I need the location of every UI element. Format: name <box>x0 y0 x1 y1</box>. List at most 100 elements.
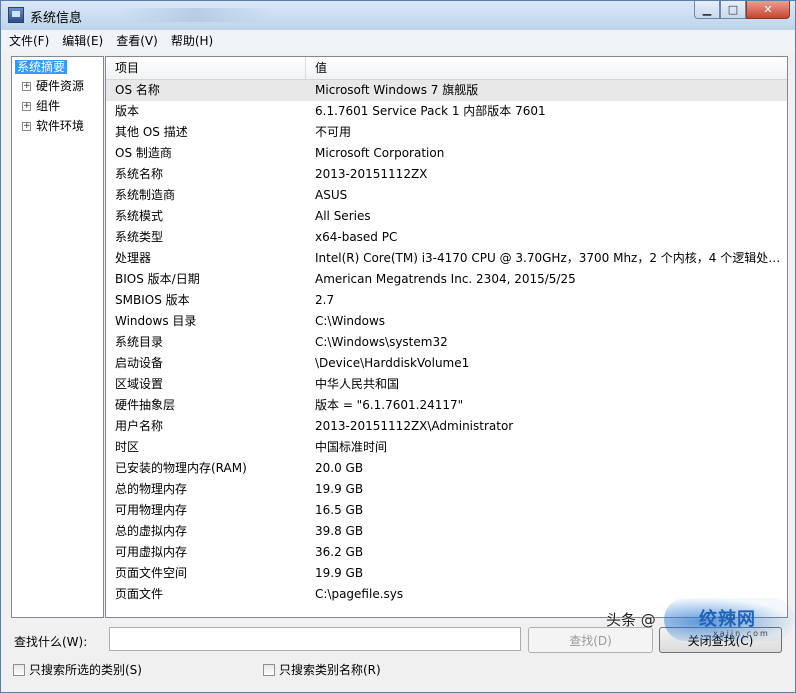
tree-item-components[interactable]: + 组件 <box>22 97 60 115</box>
cell-item: 硬件抽象层 <box>115 398 176 412</box>
cell-item: 总的物理内存 <box>115 482 188 496</box>
cell-value: 6.1.7601 Service Pack 1 内部版本 7601 <box>315 104 546 118</box>
cell-item: OS 名称 <box>115 83 160 97</box>
table-row[interactable]: 总的物理内存 19.9 GB <box>106 479 787 500</box>
table-row[interactable]: 系统模式 All Series <box>106 206 787 227</box>
list-header: 项目 值 <box>106 57 787 80</box>
table-row[interactable]: 系统类型 x64-based PC <box>106 227 787 248</box>
column-header-item[interactable]: 项目 <box>115 57 139 79</box>
menu-edit[interactable]: 编辑(E) <box>57 32 108 49</box>
table-row[interactable]: OS 名称 Microsoft Windows 7 旗舰版 <box>106 80 787 101</box>
table-row[interactable]: 可用虚拟内存 36.2 GB <box>106 542 787 563</box>
table-row[interactable]: 区域设置 中华人民共和国 <box>106 374 787 395</box>
table-row[interactable]: 页面文件空间 19.9 GB <box>106 563 787 584</box>
cell-value: All Series <box>315 209 371 223</box>
tree-item-label: 组件 <box>36 99 61 113</box>
watermark-url: xajjn.com <box>713 629 770 638</box>
table-row[interactable]: 已安装的物理内存(RAM) 20.0 GB <box>106 458 787 479</box>
cell-value: 19.9 GB <box>315 566 364 580</box>
tree-item-software-environment[interactable]: + 软件环境 <box>22 117 84 135</box>
cell-value: x64-based PC <box>315 230 398 244</box>
cell-item: 已安装的物理内存(RAM) <box>115 461 247 475</box>
expand-plus-icon[interactable]: + <box>22 82 31 91</box>
column-separator[interactable] <box>305 57 306 79</box>
only-selected-category-checkbox[interactable] <box>13 663 25 676</box>
table-row[interactable]: 处理器 Intel(R) Core(TM) i3-4170 CPU @ 3.70G… <box>106 248 787 269</box>
maximize-button[interactable]: □ <box>720 1 746 19</box>
only-category-names-option[interactable]: 只搜索类别名称(R) <box>263 661 381 678</box>
menu-bar: 文件(F) 编辑(E) 查看(V) 帮助(H) <box>1 30 795 51</box>
table-row[interactable]: SMBIOS 版本 2.7 <box>106 290 787 311</box>
watermark-logo-text: 绞辣网 <box>699 609 756 630</box>
cell-value: 16.5 GB <box>315 503 364 517</box>
tree-item-label: 硬件资源 <box>36 79 85 93</box>
cell-item: 页面文件 <box>115 587 164 601</box>
cell-item: 系统目录 <box>115 335 164 349</box>
cell-item: 页面文件空间 <box>115 566 188 580</box>
cell-value: C:\Windows <box>315 314 386 328</box>
expand-plus-icon[interactable]: + <box>22 102 31 111</box>
cell-value: 中国标准时间 <box>315 440 388 454</box>
blurred-title-area <box>121 8 271 22</box>
minimize-button[interactable]: ▁ <box>694 1 720 19</box>
cell-item: 时区 <box>115 440 140 454</box>
cell-value: Intel(R) Core(TM) i3-4170 CPU @ 3.70GHz，… <box>315 251 783 265</box>
only-selected-category-label: 只搜索所选的类别(S) <box>29 663 142 677</box>
cell-value: C:\Windows\system32 <box>315 335 448 349</box>
cell-value: 2013-20151112ZX\Administrator <box>315 419 514 433</box>
table-row[interactable]: 启动设备 \Device\HarddiskVolume1 <box>106 353 787 374</box>
cell-item: 其他 OS 描述 <box>115 125 188 139</box>
cell-item: 用户名称 <box>115 419 164 433</box>
cell-item: 版本 <box>115 104 140 118</box>
menu-help[interactable]: 帮助(H) <box>166 32 218 49</box>
cell-value: 中华人民共和国 <box>315 377 400 391</box>
column-header-value[interactable]: 值 <box>315 57 327 79</box>
system-info-app-icon <box>8 7 24 23</box>
cell-item: OS 制造商 <box>115 146 172 160</box>
table-row[interactable]: 其他 OS 描述 不可用 <box>106 122 787 143</box>
table-row[interactable]: 版本 6.1.7601 Service Pack 1 内部版本 7601 <box>106 101 787 122</box>
menu-file[interactable]: 文件(F) <box>4 32 54 49</box>
expand-plus-icon[interactable]: + <box>22 122 31 131</box>
cell-value: 39.8 GB <box>315 524 364 538</box>
cell-value: Microsoft Corporation <box>315 146 445 160</box>
cell-value: 2013-20151112ZX <box>315 167 428 181</box>
cell-item: Windows 目录 <box>115 314 197 328</box>
table-row[interactable]: 系统制造商 ASUS <box>106 185 787 206</box>
cell-value: 36.2 GB <box>315 545 364 559</box>
system-info-window: 系统信息 ▁ □ ✕ 文件(F) 编辑(E) 查看(V) 帮助(H) 系统摘要 … <box>0 0 796 693</box>
cell-item: BIOS 版本/日期 <box>115 272 200 286</box>
table-row[interactable]: BIOS 版本/日期 American Megatrends Inc. 2304,… <box>106 269 787 290</box>
cell-value: 2.7 <box>315 293 335 307</box>
only-category-names-checkbox[interactable] <box>263 663 275 676</box>
search-input[interactable] <box>109 627 521 651</box>
menu-view[interactable]: 查看(V) <box>111 32 163 49</box>
tree-item-system-summary[interactable]: 系统摘要 <box>15 58 68 76</box>
table-row[interactable]: 总的虚拟内存 39.8 GB <box>106 521 787 542</box>
table-row[interactable]: 时区 中国标准时间 <box>106 437 787 458</box>
title-bar[interactable]: 系统信息 ▁ □ ✕ <box>1 1 795 30</box>
table-row[interactable]: OS 制造商 Microsoft Corporation <box>106 143 787 164</box>
table-row[interactable]: Windows 目录 C:\Windows <box>106 311 787 332</box>
cell-item: 系统名称 <box>115 167 164 181</box>
close-button[interactable]: ✕ <box>746 1 790 19</box>
cell-item: 可用虚拟内存 <box>115 545 188 559</box>
watermark-text: 头条 @ <box>606 611 656 629</box>
only-selected-category-option[interactable]: 只搜索所选的类别(S) <box>13 661 142 678</box>
table-row[interactable]: 系统名称 2013-20151112ZX <box>106 164 787 185</box>
table-row[interactable]: 系统目录 C:\Windows\system32 <box>106 332 787 353</box>
table-row[interactable]: 可用物理内存 16.5 GB <box>106 500 787 521</box>
window-title: 系统信息 <box>30 11 83 26</box>
cell-item: 处理器 <box>115 251 152 265</box>
category-tree: 系统摘要 + 硬件资源 + 组件 + 软件环境 <box>11 56 104 618</box>
cell-item: 系统模式 <box>115 209 164 223</box>
cell-item: 启动设备 <box>115 356 164 370</box>
caption-buttons: ▁ □ ✕ <box>694 1 790 21</box>
cell-value: 不可用 <box>315 125 352 139</box>
table-row[interactable]: 用户名称 2013-20151112ZX\Administrator <box>106 416 787 437</box>
cell-item: 系统制造商 <box>115 188 176 202</box>
table-row[interactable]: 硬件抽象层 版本 = "6.1.7601.24117" <box>106 395 787 416</box>
main-area: 系统摘要 + 硬件资源 + 组件 + 软件环境 项目 值 OS 名称 Microsoft… <box>1 51 795 692</box>
cell-value: 19.9 GB <box>315 482 364 496</box>
tree-item-hardware-resources[interactable]: + 硬件资源 <box>22 77 84 95</box>
